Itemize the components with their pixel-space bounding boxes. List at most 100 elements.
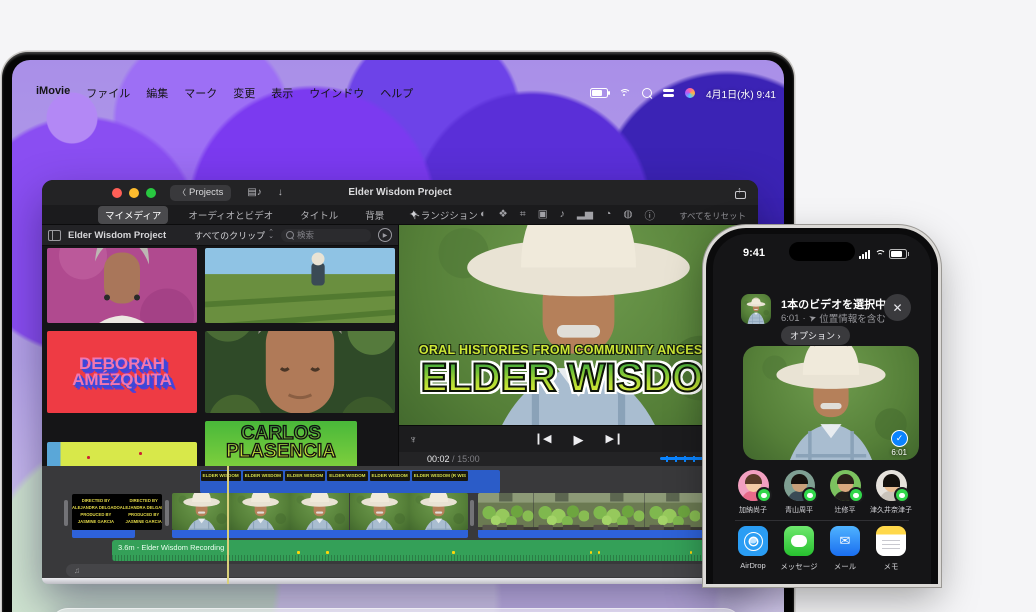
airdrop-contact[interactable]: 青山周平 (777, 470, 821, 515)
close-window-button[interactable] (112, 188, 122, 198)
share-app-airdrop[interactable]: AirDrop (731, 526, 775, 572)
search-input[interactable]: 検索 (281, 229, 371, 242)
share-app-notes[interactable]: メモ (869, 526, 913, 572)
share-app-messages[interactable]: メッセージ (777, 526, 821, 572)
credits-clip-audio[interactable] (72, 530, 135, 538)
filmstrip-frame (350, 493, 409, 530)
window-title-bar: 〈Projects ▤♪ ↓ Elder Wisdom Project (42, 180, 758, 205)
video-clip-elder-audio[interactable] (172, 530, 468, 538)
noise-reduction-icon[interactable]: ▂▅ (577, 208, 593, 223)
wifi-icon[interactable] (619, 89, 631, 98)
menu-bar-status: 4月1日(水) 9:41 (590, 86, 776, 101)
previous-frame-button[interactable]: ❙◀ (534, 432, 552, 448)
color-balance-icon[interactable]: ◐ (480, 208, 486, 223)
search-icon (286, 231, 294, 239)
audio-skimmer[interactable] (660, 457, 710, 460)
crop-icon[interactable]: ⌗ (520, 208, 526, 223)
media-browser-panel: Elder Wisdom Project すべてのクリップ⌃⌄ 検索 ▶ DEB… (42, 225, 399, 466)
credits-text: ALEJANDRA DELGADO (72, 506, 120, 511)
clip-thumbnail-title-deborah[interactable]: DEBORAH AMÉZQUITA (47, 331, 197, 413)
media-browser-icon[interactable]: ▤♪ (247, 187, 261, 198)
menu-item[interactable]: マーク (184, 85, 217, 101)
audio-recording-clip[interactable]: 3.6m - Elder Wisdom Recording (112, 540, 756, 561)
clip-thumbnail-closeup-woman[interactable] (205, 331, 395, 413)
contact-avatar (738, 470, 769, 501)
menu-bar-clock[interactable]: 4月1日(水) 9:41 (706, 86, 776, 101)
traffic-lights (112, 188, 156, 198)
filmstrip-frame (409, 493, 468, 530)
trim-handle[interactable] (470, 500, 474, 526)
menu-item[interactable]: 変更 (233, 85, 255, 101)
airdrop-contact[interactable]: 津久井奈津子 (869, 470, 913, 515)
clip-filter-icon[interactable]: ◍ (623, 208, 632, 223)
clip-filter-dropdown[interactable]: すべてのクリップ⌃⌄ (194, 229, 274, 242)
back-to-projects-button[interactable]: 〈Projects (170, 185, 231, 201)
credits-clip[interactable]: DIRECTED BYALEJANDRA DELGADOPRODUCED BYJ… (72, 494, 162, 530)
power-button[interactable] (939, 350, 942, 382)
zoom-window-button[interactable] (146, 188, 156, 198)
trim-handle[interactable] (64, 500, 68, 526)
media-tabs: マイメディアオーディオとビデオタイトル背景トランジション (98, 206, 485, 224)
volume-icon[interactable]: ♪ (560, 208, 565, 223)
menu-item[interactable]: 編集 (146, 85, 168, 101)
window-bottom-edge (42, 578, 758, 584)
menu-item[interactable]: ヘルプ (380, 85, 413, 101)
airdrop-contact[interactable]: 加納尚子 (731, 470, 775, 515)
magic-wand-icon[interactable]: ✦ (409, 208, 418, 221)
clip-thumbnail-portrait-woman[interactable] (47, 248, 197, 323)
carlos-card-text: CARLOS PLASENCIA (216, 425, 346, 461)
import-media-icon[interactable]: ↓ (278, 187, 283, 198)
control-center-icon[interactable] (663, 89, 674, 97)
title-track-bar[interactable] (200, 481, 500, 493)
playhead[interactable] (227, 466, 229, 584)
background-music-well[interactable]: ♫ (66, 564, 754, 577)
share-app-mail[interactable]: メール (823, 526, 867, 572)
color-correction-icon[interactable]: ❖ (498, 208, 507, 223)
sidebar-toggle-icon[interactable] (48, 230, 61, 241)
iphone-status-icons (859, 249, 907, 259)
menu-item[interactable]: ファイル (86, 85, 130, 101)
tab-media[interactable]: オーディオとビデオ (181, 206, 280, 224)
menu-item[interactable]: iMovie (36, 85, 70, 101)
timecode: 00:02 / 15:00 (427, 454, 480, 464)
next-frame-button[interactable]: ▶❙ (606, 432, 624, 448)
clip-thumbnail-us-map[interactable]: UNITED STATES (47, 442, 197, 466)
deborah-card-text: DEBORAH AMÉZQUITA (62, 356, 182, 387)
options-button[interactable]: オプション › (781, 326, 850, 345)
battery-icon[interactable] (590, 88, 608, 98)
video-clip-elder[interactable] (172, 493, 468, 530)
credits-text: ALEJANDRA DELGADO (120, 506, 162, 511)
menu-item[interactable]: ウインドウ (309, 85, 364, 101)
play-clip-icon[interactable]: ▶ (378, 228, 392, 242)
info-icon[interactable]: ⓘ (645, 208, 656, 223)
title-track-label: ELDER WISDOM (370, 471, 410, 481)
speed-icon[interactable]: ◔ (605, 208, 611, 223)
spotlight-search-icon[interactable] (642, 88, 652, 98)
title-track[interactable]: ELDER WISDOMELDER WISDOMELDER WISDOMELDE… (200, 470, 500, 481)
credits-text: JASMINE GARCIA (72, 520, 120, 525)
tab-media[interactable]: 背景 (358, 206, 391, 224)
close-sheet-button[interactable]: ✕ (884, 294, 911, 321)
reset-all-button[interactable]: すべてをリセット (679, 210, 746, 222)
contact-avatar (784, 470, 815, 501)
volume-up-button[interactable] (702, 346, 705, 366)
siri-icon[interactable] (685, 88, 695, 98)
play-button[interactable]: ▶ (574, 432, 584, 448)
volume-down-button[interactable] (702, 372, 705, 392)
airdrop-contact[interactable]: 辻修平 (823, 470, 867, 515)
tab-media[interactable]: タイトル (293, 206, 345, 224)
filmstrip-frame (231, 493, 290, 530)
divider (735, 520, 909, 521)
clip-thumbnail-title-carlos[interactable]: CARLOS PLASENCIA (205, 421, 357, 466)
trim-handle[interactable] (165, 500, 169, 526)
minimize-window-button[interactable] (129, 188, 139, 198)
clip-thumbnail-farm-field[interactable] (205, 248, 395, 323)
audio-clip-label: 3.6m - Elder Wisdom Recording (118, 543, 224, 552)
stabilization-icon[interactable]: ▣ (538, 208, 548, 223)
share-icon[interactable] (735, 187, 746, 199)
tab-my-media-active[interactable]: マイメディア (98, 206, 168, 224)
macbook: iMovie ファイル編集マーク変更表示ウインドウヘルプ 4月1日(水) 9:41… (2, 52, 794, 612)
action-button[interactable] (702, 324, 705, 336)
contact-avatar (876, 470, 907, 501)
menu-item[interactable]: 表示 (271, 85, 293, 101)
